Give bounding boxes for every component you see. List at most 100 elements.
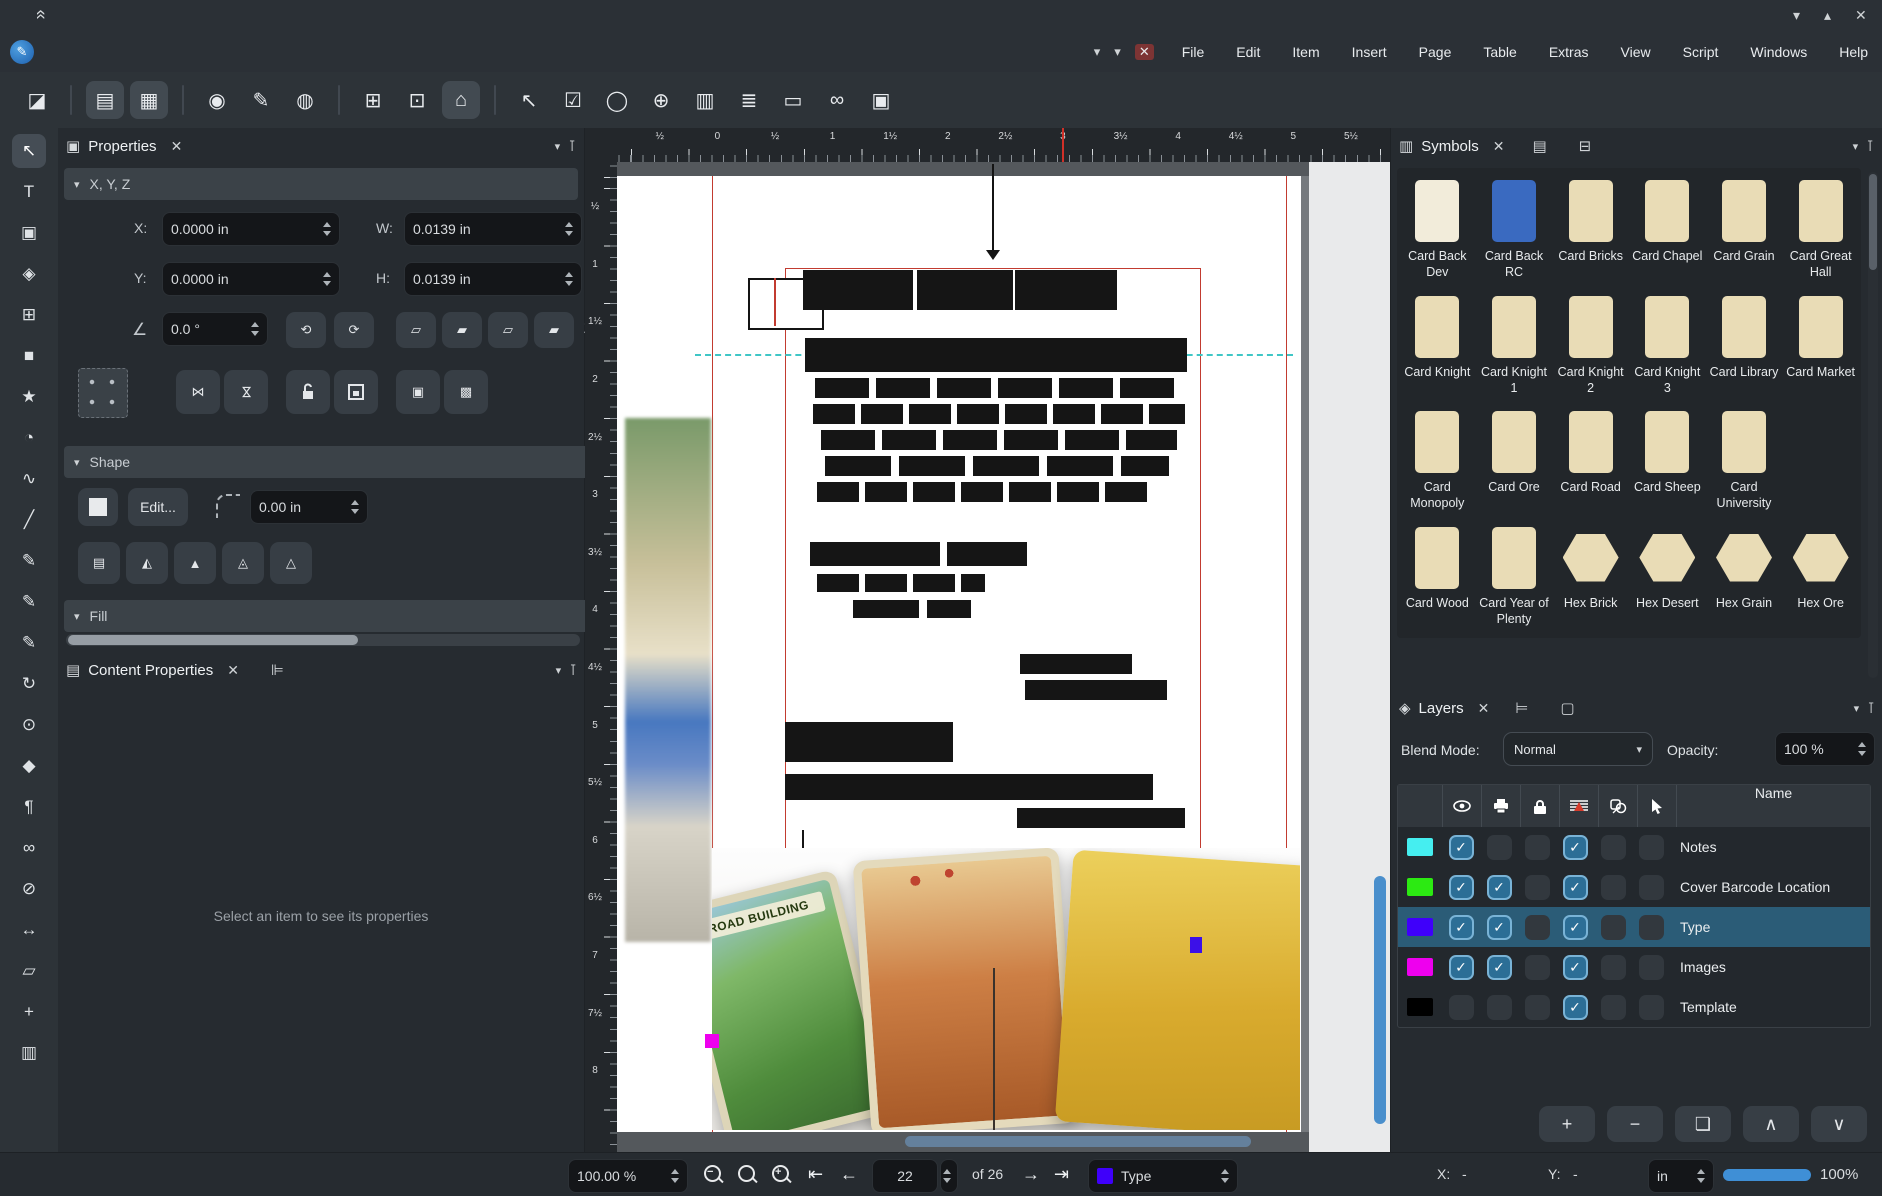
layer-select-checkbox[interactable]: [1639, 835, 1664, 860]
lower-to-bottom-button[interactable]: ▰: [534, 312, 574, 348]
symbols-collapse-icon[interactable]: ▾: [1853, 140, 1859, 153]
table-tool-icon[interactable]: ⊞: [12, 298, 46, 332]
vertical-ruler[interactable]: ½11½22½33½44½55½66½77½8: [585, 162, 618, 1152]
menubar-collapse2-icon[interactable]: ▾: [1114, 44, 1121, 60]
layer-lock-checkbox[interactable]: [1525, 875, 1550, 900]
layer-row[interactable]: Notes: [1398, 827, 1870, 867]
symbol-item[interactable]: Card Year of Plenty: [1476, 519, 1553, 635]
symbol-item[interactable]: Card Grain: [1706, 172, 1783, 288]
raise-to-top-button[interactable]: ▱: [396, 312, 436, 348]
shape-edit-button[interactable]: Edit...: [128, 488, 188, 526]
layer-print-checkbox[interactable]: [1487, 875, 1512, 900]
flip-vertical-button[interactable]: ⋈: [224, 370, 268, 414]
layer-print-checkbox[interactable]: [1487, 955, 1512, 980]
polygon-tool-icon[interactable]: ★: [12, 380, 46, 414]
remove-layer-button[interactable]: −: [1607, 1106, 1663, 1142]
window-maximize-icon[interactable]: ▴: [1824, 6, 1831, 24]
edit-page-icon[interactable]: ✎: [242, 81, 280, 119]
annotation-icon[interactable]: ▭: [774, 81, 812, 119]
stack-icon[interactable]: ⊟: [1579, 137, 1592, 155]
arc-tool-icon[interactable]: ◔: [12, 421, 46, 455]
symbol-item[interactable]: Card Knight 1: [1476, 288, 1553, 404]
layer-visible-checkbox[interactable]: [1449, 955, 1474, 980]
text-flow-image-button[interactable]: △: [270, 542, 312, 584]
zoom-reset-icon[interactable]: [738, 1165, 755, 1182]
layer-print-checkbox[interactable]: [1487, 995, 1512, 1020]
rotate-ccw-button[interactable]: ⟲: [286, 312, 326, 348]
raise-layer-button[interactable]: ∧: [1743, 1106, 1799, 1142]
freehand-tool-icon[interactable]: ✎: [12, 585, 46, 619]
eye-dropper-tool-icon[interactable]: +: [12, 995, 46, 1029]
first-page-icon[interactable]: ⇤: [808, 1163, 823, 1185]
layer-textflow-checkbox[interactable]: [1563, 875, 1588, 900]
symbols-scrollbar[interactable]: [1868, 172, 1878, 678]
select-cursor-icon[interactable]: ↖: [510, 81, 548, 119]
group-button[interactable]: ▣: [396, 370, 440, 414]
basepoint-selector[interactable]: [78, 368, 128, 418]
page-number-input[interactable]: 22: [872, 1159, 938, 1193]
layer-name[interactable]: Type: [1670, 919, 1870, 935]
hyperlink-icon[interactable]: ∞: [818, 81, 856, 119]
menu-item[interactable]: Insert: [1338, 38, 1401, 66]
separator[interactable]: [182, 85, 184, 115]
shape-swatch-button[interactable]: [78, 488, 118, 526]
symbols-close-icon[interactable]: ✕: [1493, 138, 1505, 155]
menu-item[interactable]: Table: [1469, 38, 1530, 66]
layer-lock-checkbox[interactable]: [1525, 955, 1550, 980]
layer-select-checkbox[interactable]: [1639, 915, 1664, 940]
text-frame-tool-icon[interactable]: T: [12, 175, 46, 209]
symbol-item[interactable]: Card Back RC: [1476, 172, 1553, 288]
layer-visible-checkbox[interactable]: [1449, 995, 1474, 1020]
symbol-item[interactable]: Card Market: [1782, 288, 1859, 404]
symbol-item[interactable]: Hex Grain: [1706, 519, 1783, 635]
symbol-item[interactable]: Card Sheep: [1629, 403, 1706, 519]
menu-item[interactable]: Windows: [1736, 38, 1821, 66]
calligraphic-tool-icon[interactable]: ✎: [12, 626, 46, 660]
rotate-cw-button[interactable]: ⟳: [334, 312, 374, 348]
verify-icon[interactable]: ◍: [286, 81, 324, 119]
symbol-item[interactable]: Card University: [1706, 403, 1783, 519]
symbol-item[interactable]: Card Chapel: [1629, 172, 1706, 288]
layer-outline-checkbox[interactable]: [1601, 915, 1626, 940]
layer-lock-checkbox[interactable]: [1525, 995, 1550, 1020]
scrapbook-icon[interactable]: ▤: [1532, 137, 1546, 155]
zoom-tool-icon[interactable]: ⊙: [12, 708, 46, 742]
checkbox-icon[interactable]: ☑: [554, 81, 592, 119]
document-viewport[interactable]: ROAD BUILDING: [617, 162, 1390, 1152]
collapse-toolbar-icon[interactable]: «: [31, 9, 52, 19]
document-icon[interactable]: ◪: [18, 81, 56, 119]
opacity-input[interactable]: 100 %: [1775, 732, 1875, 766]
layer-lock-checkbox[interactable]: [1525, 915, 1550, 940]
properties-close-icon[interactable]: ✕: [171, 138, 183, 155]
list-view-icon[interactable]: ≣: [730, 81, 768, 119]
text-flow-disabled-button[interactable]: ▤: [78, 542, 120, 584]
section-fill[interactable]: ▾Fill: [64, 600, 589, 632]
symbol-item[interactable]: Card Back Dev: [1399, 172, 1476, 288]
layer-color-swatch[interactable]: [1407, 918, 1433, 936]
symbol-item[interactable]: Card Road: [1552, 403, 1629, 519]
next-page-icon[interactable]: →: [1022, 1163, 1040, 1185]
corner-radius-input[interactable]: 0.00 in: [250, 490, 368, 524]
type-layer-marker[interactable]: [1190, 937, 1202, 953]
layer-color-swatch[interactable]: [1407, 878, 1433, 896]
preview-icon[interactable]: ◉: [198, 81, 236, 119]
anchor-frame-icon[interactable]: ⊕: [642, 81, 680, 119]
layer-color-swatch[interactable]: [1407, 838, 1433, 856]
last-page-icon[interactable]: ⇥: [1054, 1163, 1069, 1185]
align-panel-icon[interactable]: ⊫: [271, 661, 284, 679]
add-layer-button[interactable]: +: [1539, 1106, 1595, 1142]
menu-item[interactable]: Item: [1278, 38, 1333, 66]
images-layer-marker[interactable]: [705, 1034, 719, 1048]
section-xyz[interactable]: ▾X, Y, Z: [64, 168, 578, 200]
lock-item-button[interactable]: [286, 370, 330, 414]
properties-pin-icon[interactable]: ⊺: [568, 137, 576, 155]
menubar-close-icon[interactable]: ✕: [1135, 44, 1154, 60]
layer-select-checkbox[interactable]: [1639, 995, 1664, 1020]
layer-textflow-checkbox[interactable]: [1563, 915, 1588, 940]
ruler-corner[interactable]: [585, 128, 618, 163]
zoom-out-icon[interactable]: −: [704, 1165, 721, 1182]
window-close-icon[interactable]: ✕: [1855, 6, 1867, 24]
menu-item[interactable]: Script: [1669, 38, 1733, 66]
x-input[interactable]: 0.0000 in: [162, 212, 340, 246]
window-shade-icon[interactable]: ▾: [1793, 6, 1800, 24]
